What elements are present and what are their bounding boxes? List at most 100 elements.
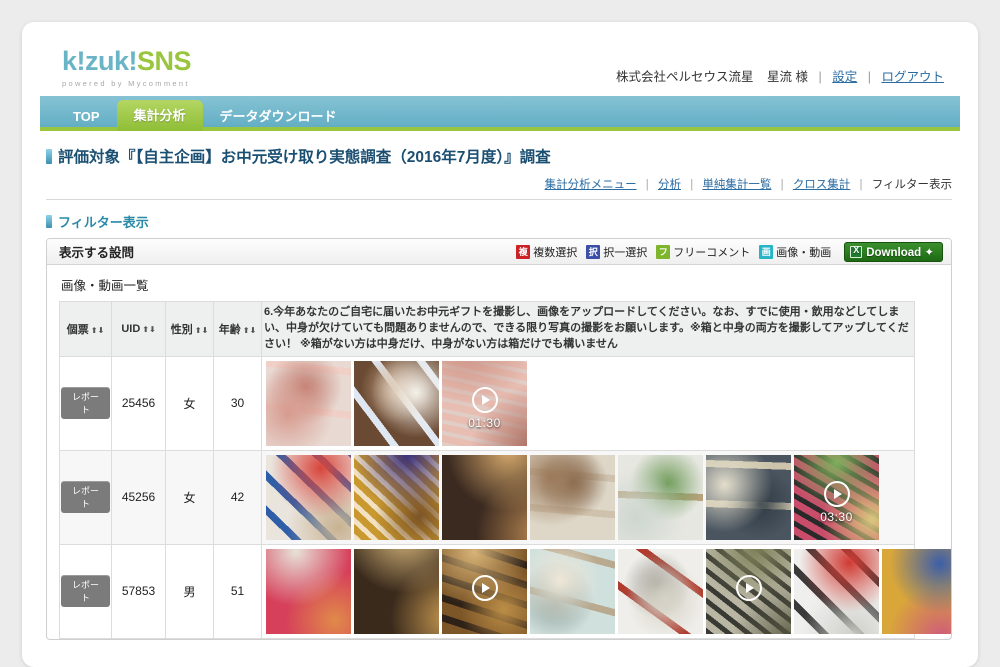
page-card: k!zuk!SNS powered by Mycomment 株式会社ペルセウス…: [22, 22, 978, 667]
app-viewport: k!zuk!SNS powered by Mycomment 株式会社ペルセウス…: [40, 40, 960, 667]
logo-tagline: powered by Mycomment: [62, 79, 190, 88]
col-label-report: 個票: [66, 323, 89, 336]
crumb-separator-1: |: [645, 179, 649, 191]
logo-text-sns: SNS: [137, 46, 192, 76]
col-label-age: 年齢: [218, 323, 241, 336]
user-bar: 株式会社ペルセウス流星 星流 様 | 設定 | ログアウト: [616, 66, 944, 85]
sort-icon-age[interactable]: ⬆⬇: [243, 326, 256, 335]
media-table-body: レポート 25456 女 30 01:30 レポート 45256 女 42 03:30 レポート 57…: [59, 355, 951, 639]
legend-single-select: 択 択一選択: [586, 244, 647, 260]
crumb-link-analysis[interactable]: 分析: [658, 179, 681, 191]
crumb-link-cross-tally[interactable]: クロス集計: [793, 179, 851, 191]
image-thumbnail[interactable]: [266, 454, 351, 540]
image-thumbnail[interactable]: [618, 548, 703, 634]
page-title: 評価対象『【自主企画】お中元受け取り実態調査（2016年7月度）』調査: [46, 145, 960, 167]
image-thumbnail[interactable]: [530, 454, 615, 540]
col-header-question: 6.今年あなたのご自宅に届いたお中元ギフトを撮影し、画像をアップロードしてくださ…: [261, 301, 915, 357]
cell-uid: 25456: [111, 355, 166, 451]
video-duration: 03:30: [820, 509, 853, 524]
sort-icon-report[interactable]: ⬆⬇: [91, 326, 104, 335]
image-thumbnail[interactable]: [354, 360, 439, 446]
user-name: 星流 様: [767, 70, 809, 84]
crumb-separator-2: |: [690, 179, 694, 191]
excel-icon: [850, 245, 863, 258]
cell-age: 51: [213, 543, 262, 639]
media-table: 個票 ⬆⬇ UID ⬆⬇ 性別 ⬆⬇ 年齢 ⬆⬇ 6.今年あなたのご自宅に届いたお中元ギ…: [59, 301, 951, 639]
col-header-age[interactable]: 年齢 ⬆⬇: [213, 301, 262, 357]
panel-header: 表示する設問 複 複数選択 択 択一選択 フ フリーコメント 画 画像・動画 X…: [47, 239, 951, 265]
image-thumbnail[interactable]: [794, 548, 879, 634]
cell-sex: 男: [165, 543, 214, 639]
cell-sex: 女: [165, 449, 214, 545]
section-heading-text: フィルター表示: [58, 215, 149, 230]
image-thumbnail[interactable]: [266, 548, 351, 634]
play-icon[interactable]: [735, 574, 762, 601]
legend-label-single: 択一選択: [603, 246, 648, 259]
col-header-uid[interactable]: UID ⬆⬇: [111, 301, 166, 357]
logo-wordmark: k!zuk!SNS: [62, 46, 192, 76]
col-label-sex: 性別: [170, 323, 193, 336]
thumbnail-strip: [266, 548, 951, 634]
panel-body: 画像・動画一覧 個票 ⬆⬇ UID ⬆⬇ 性別 ⬆⬇ 年齢 ⬆⬇ 6.今年あなたのご自宅…: [47, 265, 951, 639]
image-thumbnail[interactable]: [706, 454, 791, 540]
cell-report: レポート: [59, 355, 112, 451]
questions-panel: 表示する設問 複 複数選択 択 択一選択 フ フリーコメント 画 画像・動画 X…: [46, 238, 952, 640]
image-thumbnail[interactable]: [530, 548, 615, 634]
logo-text-kizuki: k!zuk!: [62, 46, 138, 76]
tab-top[interactable]: TOP: [56, 102, 117, 131]
site-logo[interactable]: k!zuk!SNS powered by Mycomment: [62, 46, 192, 89]
sort-icon-sex[interactable]: ⬆⬇: [195, 326, 208, 335]
cell-media: 01:30: [261, 355, 915, 451]
cell-report: レポート: [59, 449, 112, 545]
play-icon[interactable]: [471, 574, 498, 601]
page-title-text: 評価対象『【自主企画】お中元受け取り実態調査（2016年7月度）』調査: [58, 149, 551, 166]
legend-group: 複 複数選択 択 択一選択 フ フリーコメント 画 画像・動画 X Downlo…: [516, 241, 943, 262]
image-thumbnail[interactable]: [354, 548, 439, 634]
single-select-badge-icon: 択: [586, 244, 601, 259]
crumb-current-filter-display: フィルター表示: [871, 179, 952, 191]
table-row: レポート 25456 女 30 01:30: [59, 355, 915, 451]
crumb-separator-3: |: [780, 179, 784, 191]
image-video-badge-icon: 画: [759, 244, 774, 259]
sort-icon-uid[interactable]: ⬆⬇: [142, 325, 155, 334]
user-bar-separator-1: |: [818, 70, 822, 84]
table-row: レポート 45256 女 42 03:30: [59, 449, 915, 545]
video-thumbnail[interactable]: [442, 548, 527, 634]
media-table-head: 個票 ⬆⬇ UID ⬆⬇ 性別 ⬆⬇ 年齢 ⬆⬇ 6.今年あなたのご自宅に届いたお中元ギ…: [59, 301, 915, 357]
legend-free-comment: フ フリーコメント: [656, 244, 750, 260]
video-thumbnail[interactable]: 03:30: [794, 454, 879, 540]
tab-aggregate-analysis[interactable]: 集計分析: [116, 100, 203, 131]
crumb-link-simple-tally[interactable]: 単純集計一覧: [702, 179, 771, 191]
col-header-report[interactable]: 個票 ⬆⬇: [59, 301, 112, 357]
image-thumbnail[interactable]: [618, 454, 703, 540]
image-thumbnail[interactable]: [442, 454, 527, 540]
site-header: k!zuk!SNS powered by Mycomment 株式会社ペルセウス…: [40, 40, 960, 96]
cell-uid: 57853: [111, 543, 166, 639]
cell-media: 03:30: [261, 449, 915, 545]
settings-link[interactable]: 設定: [832, 70, 857, 84]
legend-label-media: 画像・動画: [776, 246, 832, 259]
report-button[interactable]: レポート: [61, 387, 110, 420]
download-button[interactable]: Download ✦: [844, 241, 943, 262]
video-thumbnail[interactable]: [706, 548, 791, 634]
video-thumbnail[interactable]: 01:30: [442, 360, 527, 446]
table-row: レポート 57853 男 51: [59, 543, 951, 639]
download-button-label: Download ✦: [866, 246, 934, 259]
breadcrumb: 集計分析メニュー | 分析 | 単純集計一覧 | クロス集計 | フィルター表示: [46, 176, 952, 200]
play-icon[interactable]: [823, 480, 850, 507]
logout-link[interactable]: ログアウト: [881, 70, 944, 84]
image-thumbnail[interactable]: [266, 360, 351, 446]
report-button[interactable]: レポート: [61, 481, 110, 514]
tab-data-download[interactable]: データダウンロード: [203, 102, 354, 131]
col-header-sex[interactable]: 性別 ⬆⬇: [165, 301, 214, 357]
panel-title: 表示する設問: [59, 246, 135, 260]
video-duration: 01:30: [468, 415, 501, 430]
image-thumbnail[interactable]: [882, 548, 951, 634]
image-thumbnail[interactable]: [354, 454, 439, 540]
table-header-row: 個票 ⬆⬇ UID ⬆⬇ 性別 ⬆⬇ 年齢 ⬆⬇ 6.今年あなたのご自宅に届いたお中元ギ…: [59, 301, 915, 357]
play-icon[interactable]: [471, 386, 498, 413]
section-heading-filter-display: フィルター表示: [46, 212, 960, 231]
legend-image-video: 画 画像・動画: [759, 244, 831, 260]
report-button[interactable]: レポート: [61, 575, 110, 608]
crumb-link-aggregate-menu[interactable]: 集計分析メニュー: [545, 179, 637, 191]
